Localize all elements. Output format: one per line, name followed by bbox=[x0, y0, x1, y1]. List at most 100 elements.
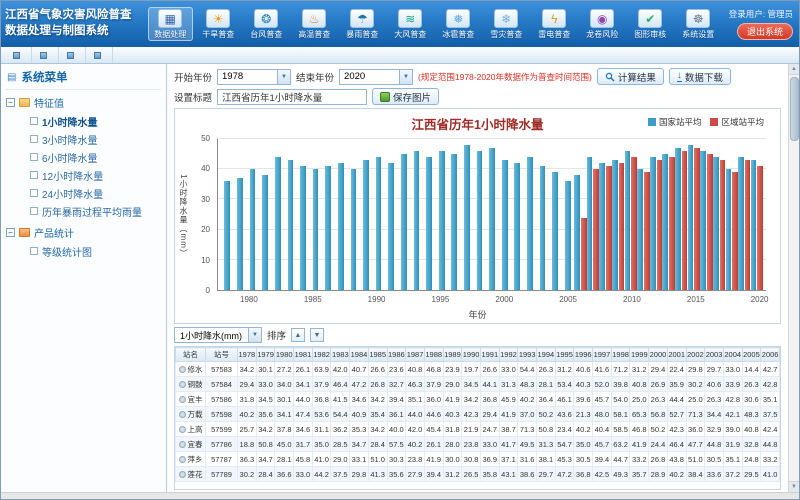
scroll-up-icon[interactable]: ▲ bbox=[789, 64, 799, 75]
menu-icon: ▤ bbox=[7, 72, 16, 83]
value-cell: 48.0 bbox=[593, 407, 612, 422]
column-header: 1986 bbox=[387, 348, 406, 362]
value-cell: 37.8 bbox=[275, 422, 294, 437]
tornado-risk-icon: ◉ bbox=[590, 9, 614, 28]
table-row[interactable]: 萍乡5778736.334.728.145.841.029.033.151.03… bbox=[176, 452, 780, 467]
station-icon[interactable] bbox=[179, 456, 186, 463]
checkbox-icon[interactable] bbox=[30, 171, 38, 179]
value-cell: 37.9 bbox=[424, 377, 443, 392]
table-row[interactable]: 铜鼓5758429.433.034.034.137.946.447.226.83… bbox=[176, 377, 780, 392]
tab-feature-value[interactable] bbox=[59, 47, 86, 63]
table-row[interactable]: 莲花5778930.228.436.633.044.237.529.841.33… bbox=[176, 467, 780, 482]
toolbar-item-drought-survey[interactable]: ☀干旱普查 bbox=[196, 7, 241, 41]
login-user-label: 登录用户: 管理员 bbox=[729, 8, 793, 20]
checkbox-icon[interactable] bbox=[30, 207, 38, 215]
value-cell: 54.4 bbox=[518, 362, 537, 377]
station-icon[interactable] bbox=[179, 426, 186, 433]
value-cell: 42.8 bbox=[723, 392, 742, 407]
sidebar-item[interactable]: 历年暴雨过程平均雨量 bbox=[30, 202, 161, 220]
checkbox-icon[interactable] bbox=[30, 189, 38, 197]
y-tick-label: 0 bbox=[206, 286, 210, 295]
station-icon[interactable] bbox=[179, 471, 186, 478]
toolbar-item-hail-survey[interactable]: ❅冰雹普查 bbox=[436, 7, 481, 41]
toolbar-item-data-processing[interactable]: ▦数据处理 bbox=[148, 7, 193, 41]
toolbar-item-tornado-risk[interactable]: ◉龙卷风险 bbox=[580, 7, 625, 41]
bar-group-2004 bbox=[549, 139, 562, 290]
vertical-scrollbar[interactable]: ▲ ▼ bbox=[788, 64, 799, 492]
tab-grid-edit[interactable] bbox=[5, 47, 32, 63]
sidebar-item[interactable]: 24小时降水量 bbox=[30, 184, 161, 202]
toolbar-item-gale-survey[interactable]: ≋大风普查 bbox=[388, 7, 433, 41]
folder-icon bbox=[19, 98, 30, 107]
station-icon[interactable] bbox=[179, 411, 186, 418]
bar-group-1978 bbox=[221, 139, 234, 290]
metric-select[interactable]: 1小时降水(mm) ▼ bbox=[174, 327, 262, 343]
table-row[interactable]: 上高5759925.734.237.834.631.136.235.334.24… bbox=[176, 422, 780, 437]
sidebar-item[interactable]: 3小时降水量 bbox=[30, 130, 161, 148]
calc-result-button[interactable]: 计算结果 bbox=[597, 68, 664, 85]
end-year-select[interactable]: 2020 ▼ bbox=[339, 69, 413, 85]
table-row[interactable]: 宜春5778618.850.845.031.735.028.534.728.45… bbox=[176, 437, 780, 452]
bar-2012-series0 bbox=[650, 157, 656, 290]
station-icon[interactable] bbox=[179, 441, 186, 448]
value-cell: 27.9 bbox=[406, 467, 425, 482]
bar-group-1979 bbox=[234, 139, 247, 290]
column-header: 1984 bbox=[350, 348, 369, 362]
hail-survey-icon: ❅ bbox=[446, 9, 470, 28]
sidebar-item[interactable]: 1小时降水量 bbox=[30, 112, 161, 130]
bar-2014-series0 bbox=[675, 148, 681, 290]
tree-group-label: 特征值 bbox=[34, 95, 64, 110]
toolbar-item-system-settings[interactable]: ☸系统设置 bbox=[676, 7, 721, 41]
sort-asc-button[interactable]: ▲ bbox=[291, 328, 305, 342]
start-year-select[interactable]: 1978 ▼ bbox=[217, 69, 291, 85]
sort-desc-button[interactable]: ▼ bbox=[310, 328, 324, 342]
chart-title-input[interactable] bbox=[217, 89, 367, 105]
scroll-down-icon[interactable]: ▼ bbox=[789, 481, 799, 492]
checkbox-icon[interactable] bbox=[30, 117, 38, 125]
drought-survey-icon: ☀ bbox=[206, 9, 230, 28]
sidebar-item[interactable]: 12小时降水量 bbox=[30, 166, 161, 184]
toolbar-item-snow-survey[interactable]: ❄雪灾普查 bbox=[484, 7, 529, 41]
checkbox-icon[interactable] bbox=[30, 247, 38, 255]
toolbar-item-graphic-review[interactable]: ✔图形审核 bbox=[628, 7, 673, 41]
table-row[interactable]: 宜丰5758631.834.530.144.036.841.534.634.23… bbox=[176, 392, 780, 407]
tab-duty-review[interactable] bbox=[32, 47, 59, 63]
value-cell: 63.2 bbox=[611, 437, 630, 452]
value-cell: 38.1 bbox=[537, 452, 556, 467]
bar-1983-series0 bbox=[288, 160, 294, 290]
column-header: 2006 bbox=[761, 348, 780, 362]
toolbar-item-typhoon-survey[interactable]: ❂台风普查 bbox=[244, 7, 289, 41]
collapse-icon[interactable]: − bbox=[6, 228, 15, 237]
table-row[interactable]: 万载5759840.235.634.147.453.654.440.935.43… bbox=[176, 407, 780, 422]
scrollbar-thumb[interactable] bbox=[790, 77, 799, 141]
station-icon[interactable] bbox=[179, 366, 186, 373]
checkbox-icon[interactable] bbox=[30, 153, 38, 161]
toolbar-item-rainstorm-survey[interactable]: ☂暴雨普查 bbox=[340, 7, 385, 41]
data-download-button[interactable]: ↓ 数据下载 bbox=[669, 68, 731, 85]
chart-legend: 国家站平均区域站平均 bbox=[648, 116, 764, 128]
bar-group-1990 bbox=[372, 139, 385, 290]
sidebar-item[interactable]: 6小时降水量 bbox=[30, 148, 161, 166]
toolbar-item-lightning-survey[interactable]: ϟ雷电普查 bbox=[532, 7, 577, 41]
value-cell: 43.1 bbox=[499, 467, 518, 482]
tree-group-header[interactable]: − 特征值 bbox=[6, 93, 161, 112]
value-cell: 44.0 bbox=[406, 407, 425, 422]
table-row[interactable]: 修水5758334.230.127.226.163.942.040.726.62… bbox=[176, 362, 780, 377]
bar-1996-series0 bbox=[451, 154, 457, 290]
value-cell: 34.2 bbox=[256, 422, 275, 437]
collapse-icon[interactable]: − bbox=[6, 98, 15, 107]
station-icon[interactable] bbox=[179, 381, 186, 388]
station-icon[interactable] bbox=[179, 396, 186, 403]
toolbar-item-high-temp-survey[interactable]: ♨高温普查 bbox=[292, 7, 337, 41]
save-image-button[interactable]: 保存图片 bbox=[372, 88, 439, 105]
tab-history-1h-precip[interactable] bbox=[86, 47, 113, 63]
bar-group-2002 bbox=[524, 139, 537, 290]
tree-group-header[interactable]: −产品统计 bbox=[6, 223, 161, 242]
sidebar-item[interactable]: 等级统计图 bbox=[30, 242, 161, 260]
logout-button[interactable]: 退出系统 bbox=[737, 23, 793, 40]
value-cell: 40.2 bbox=[238, 407, 257, 422]
value-cell: 40.3 bbox=[574, 377, 593, 392]
bar-1994-series0 bbox=[426, 157, 432, 290]
value-cell: 28.0 bbox=[443, 437, 462, 452]
checkbox-icon[interactable] bbox=[30, 135, 38, 143]
